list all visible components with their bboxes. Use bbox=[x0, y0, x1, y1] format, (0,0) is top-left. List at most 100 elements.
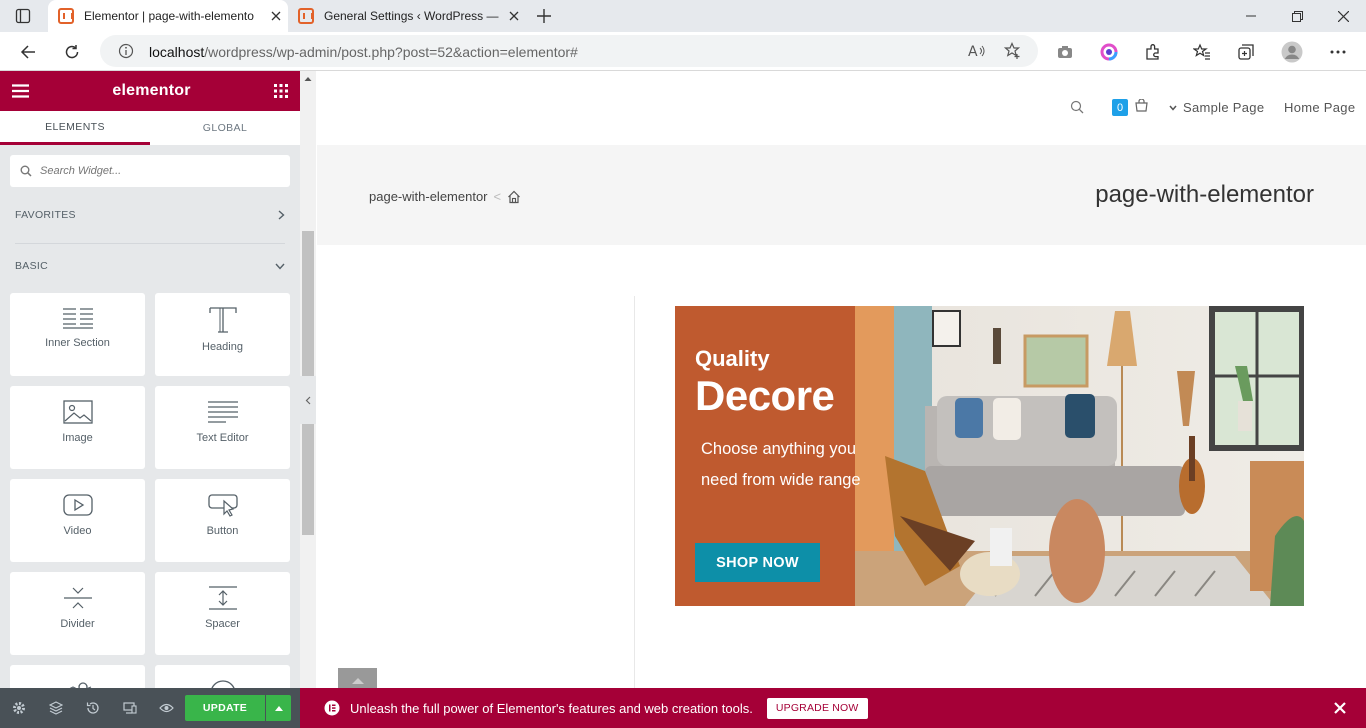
chevron-down-icon bbox=[1169, 105, 1177, 111]
chevron-left-icon bbox=[305, 396, 311, 405]
arrow-up-icon bbox=[351, 668, 364, 688]
shop-now-button[interactable]: SHOP NOW bbox=[695, 543, 820, 582]
widget-label: Divider bbox=[60, 618, 95, 630]
navigator-icon[interactable] bbox=[37, 688, 74, 728]
collapse-panel-button[interactable] bbox=[300, 376, 316, 424]
nav-sample-page[interactable]: Sample Page bbox=[1183, 100, 1264, 115]
banner-headline: Decore bbox=[695, 372, 835, 419]
hamburger-menu-icon[interactable] bbox=[12, 84, 29, 98]
scroll-to-top-button[interactable] bbox=[338, 668, 377, 688]
upgrade-now-button[interactable]: UPGRADE NOW bbox=[766, 697, 868, 719]
widget-video[interactable]: Video bbox=[10, 479, 145, 562]
url-host: localhost bbox=[149, 44, 205, 60]
panel-footer: UPDATE bbox=[0, 688, 300, 728]
browser-tab-elementor[interactable]: Elementor | page-with-elemento bbox=[48, 0, 288, 32]
color-extension-icon[interactable] bbox=[1093, 36, 1125, 68]
update-options-button[interactable] bbox=[266, 695, 291, 721]
column-divider bbox=[634, 296, 635, 688]
basic-category[interactable]: BASIC bbox=[15, 260, 285, 272]
widget-heading[interactable]: Heading bbox=[155, 293, 290, 376]
widget-search[interactable] bbox=[10, 155, 290, 187]
banner-kicker: Quality bbox=[695, 346, 770, 371]
address-bar: localhost/wordpress/wp-admin/post.php?po… bbox=[0, 32, 1366, 71]
widget-divider[interactable]: Divider bbox=[10, 572, 145, 655]
elementor-panel: elementor ELEMENTS GLOBAL FAVORITES BASI… bbox=[0, 71, 300, 728]
close-window-icon[interactable] bbox=[1320, 0, 1366, 32]
search-icon[interactable] bbox=[1070, 100, 1084, 114]
breadcrumb-separator: < bbox=[493, 189, 502, 204]
widget-label: Video bbox=[63, 525, 92, 537]
new-tab-icon[interactable] bbox=[521, 0, 567, 32]
settings-icon[interactable] bbox=[0, 688, 37, 728]
chevron-right-icon bbox=[278, 210, 285, 220]
more-menu-icon[interactable] bbox=[1322, 36, 1354, 68]
cart-bag-icon[interactable] bbox=[1135, 99, 1148, 112]
url-field[interactable]: localhost/wordpress/wp-admin/post.php?po… bbox=[100, 35, 1038, 67]
tab-title: Elementor | page-with-elemento bbox=[84, 9, 254, 23]
spacer-icon bbox=[208, 586, 238, 610]
tab-title: General Settings ‹ WordPress — W bbox=[324, 9, 502, 23]
favorites-icon[interactable] bbox=[1186, 36, 1218, 68]
profile-avatar-icon[interactable] bbox=[1276, 36, 1308, 68]
svg-text:A: A bbox=[968, 44, 978, 59]
collections-icon[interactable] bbox=[1230, 36, 1262, 68]
restore-icon[interactable] bbox=[1274, 0, 1320, 32]
widget-button[interactable]: Button bbox=[155, 479, 290, 562]
breadcrumb-current: page-with-elementor bbox=[369, 189, 488, 204]
close-tab-icon[interactable] bbox=[264, 4, 288, 28]
elementor-favicon-icon bbox=[58, 8, 74, 24]
widgets-grid-icon[interactable] bbox=[274, 84, 288, 98]
heading-icon bbox=[208, 307, 238, 333]
widget-label: Text Editor bbox=[196, 432, 249, 444]
tab-global[interactable]: GLOBAL bbox=[150, 111, 300, 145]
home-icon[interactable] bbox=[507, 190, 521, 204]
upgrade-promo-bar: Unleash the full power of Elementor's fe… bbox=[300, 688, 1366, 728]
widget-image[interactable]: Image bbox=[10, 386, 145, 469]
banner-text-panel: Quality Decore Choose anything you need … bbox=[675, 306, 861, 606]
back-icon[interactable] bbox=[12, 36, 44, 68]
breadcrumb: page-with-elementor < bbox=[369, 189, 521, 204]
chevron-down-icon bbox=[275, 263, 285, 270]
widget-inner-section[interactable]: Inner Section bbox=[10, 293, 145, 376]
history-icon[interactable] bbox=[74, 688, 111, 728]
update-button[interactable]: UPDATE bbox=[185, 695, 265, 721]
caret-up-icon bbox=[274, 705, 283, 711]
page-title: page-with-elementor bbox=[1095, 181, 1314, 208]
tab-elements[interactable]: ELEMENTS bbox=[0, 111, 150, 145]
search-input[interactable] bbox=[40, 165, 270, 177]
read-aloud-icon[interactable]: A bbox=[968, 43, 986, 59]
page-title-bar: page-with-elementor < page-with-elemento… bbox=[317, 145, 1366, 245]
video-icon bbox=[62, 493, 93, 517]
preview-eye-icon[interactable] bbox=[148, 688, 185, 728]
panel-header: elementor bbox=[0, 71, 300, 111]
promo-message: Unleash the full power of Elementor's fe… bbox=[350, 700, 753, 716]
screenshot-icon[interactable] bbox=[1049, 36, 1081, 68]
tab-actions-icon[interactable] bbox=[0, 0, 46, 32]
banner-description: Choose anything you need from wide range bbox=[701, 440, 861, 489]
cart-count-badge[interactable]: 0 bbox=[1112, 99, 1128, 116]
elementor-badge-icon bbox=[324, 700, 340, 716]
page-preview: 0 Sample Page Home Page page-with-elemen… bbox=[317, 71, 1366, 688]
site-info-icon[interactable] bbox=[118, 43, 134, 59]
refresh-icon[interactable] bbox=[56, 36, 88, 68]
site-header: 0 Sample Page Home Page bbox=[317, 71, 1366, 145]
widget-spacer[interactable]: Spacer bbox=[155, 572, 290, 655]
browser-tab-general-settings[interactable]: General Settings ‹ WordPress — W bbox=[288, 0, 526, 32]
widget-label: Inner Section bbox=[45, 337, 110, 349]
minimize-icon[interactable] bbox=[1228, 0, 1274, 32]
favorites-category[interactable]: FAVORITES bbox=[15, 209, 285, 221]
responsive-mode-icon[interactable] bbox=[111, 688, 148, 728]
widget-label: Image bbox=[62, 432, 93, 444]
wordpress-favicon-icon bbox=[298, 8, 314, 24]
nav-home-page[interactable]: Home Page bbox=[1284, 100, 1355, 115]
close-icon[interactable] bbox=[1330, 698, 1350, 718]
widget-label: Button bbox=[206, 525, 239, 537]
extensions-icon[interactable] bbox=[1137, 36, 1169, 68]
url-path: /wordpress/wp-admin/post.php?post=52&act… bbox=[204, 44, 578, 60]
favorites-label: FAVORITES bbox=[15, 209, 76, 221]
basic-label: BASIC bbox=[15, 260, 49, 272]
promo-banner: Quality Decore Choose anything you need … bbox=[675, 306, 1304, 606]
divider-icon bbox=[63, 586, 93, 610]
widget-text-editor[interactable]: Text Editor bbox=[155, 386, 290, 469]
add-favorite-icon[interactable] bbox=[1004, 42, 1022, 60]
